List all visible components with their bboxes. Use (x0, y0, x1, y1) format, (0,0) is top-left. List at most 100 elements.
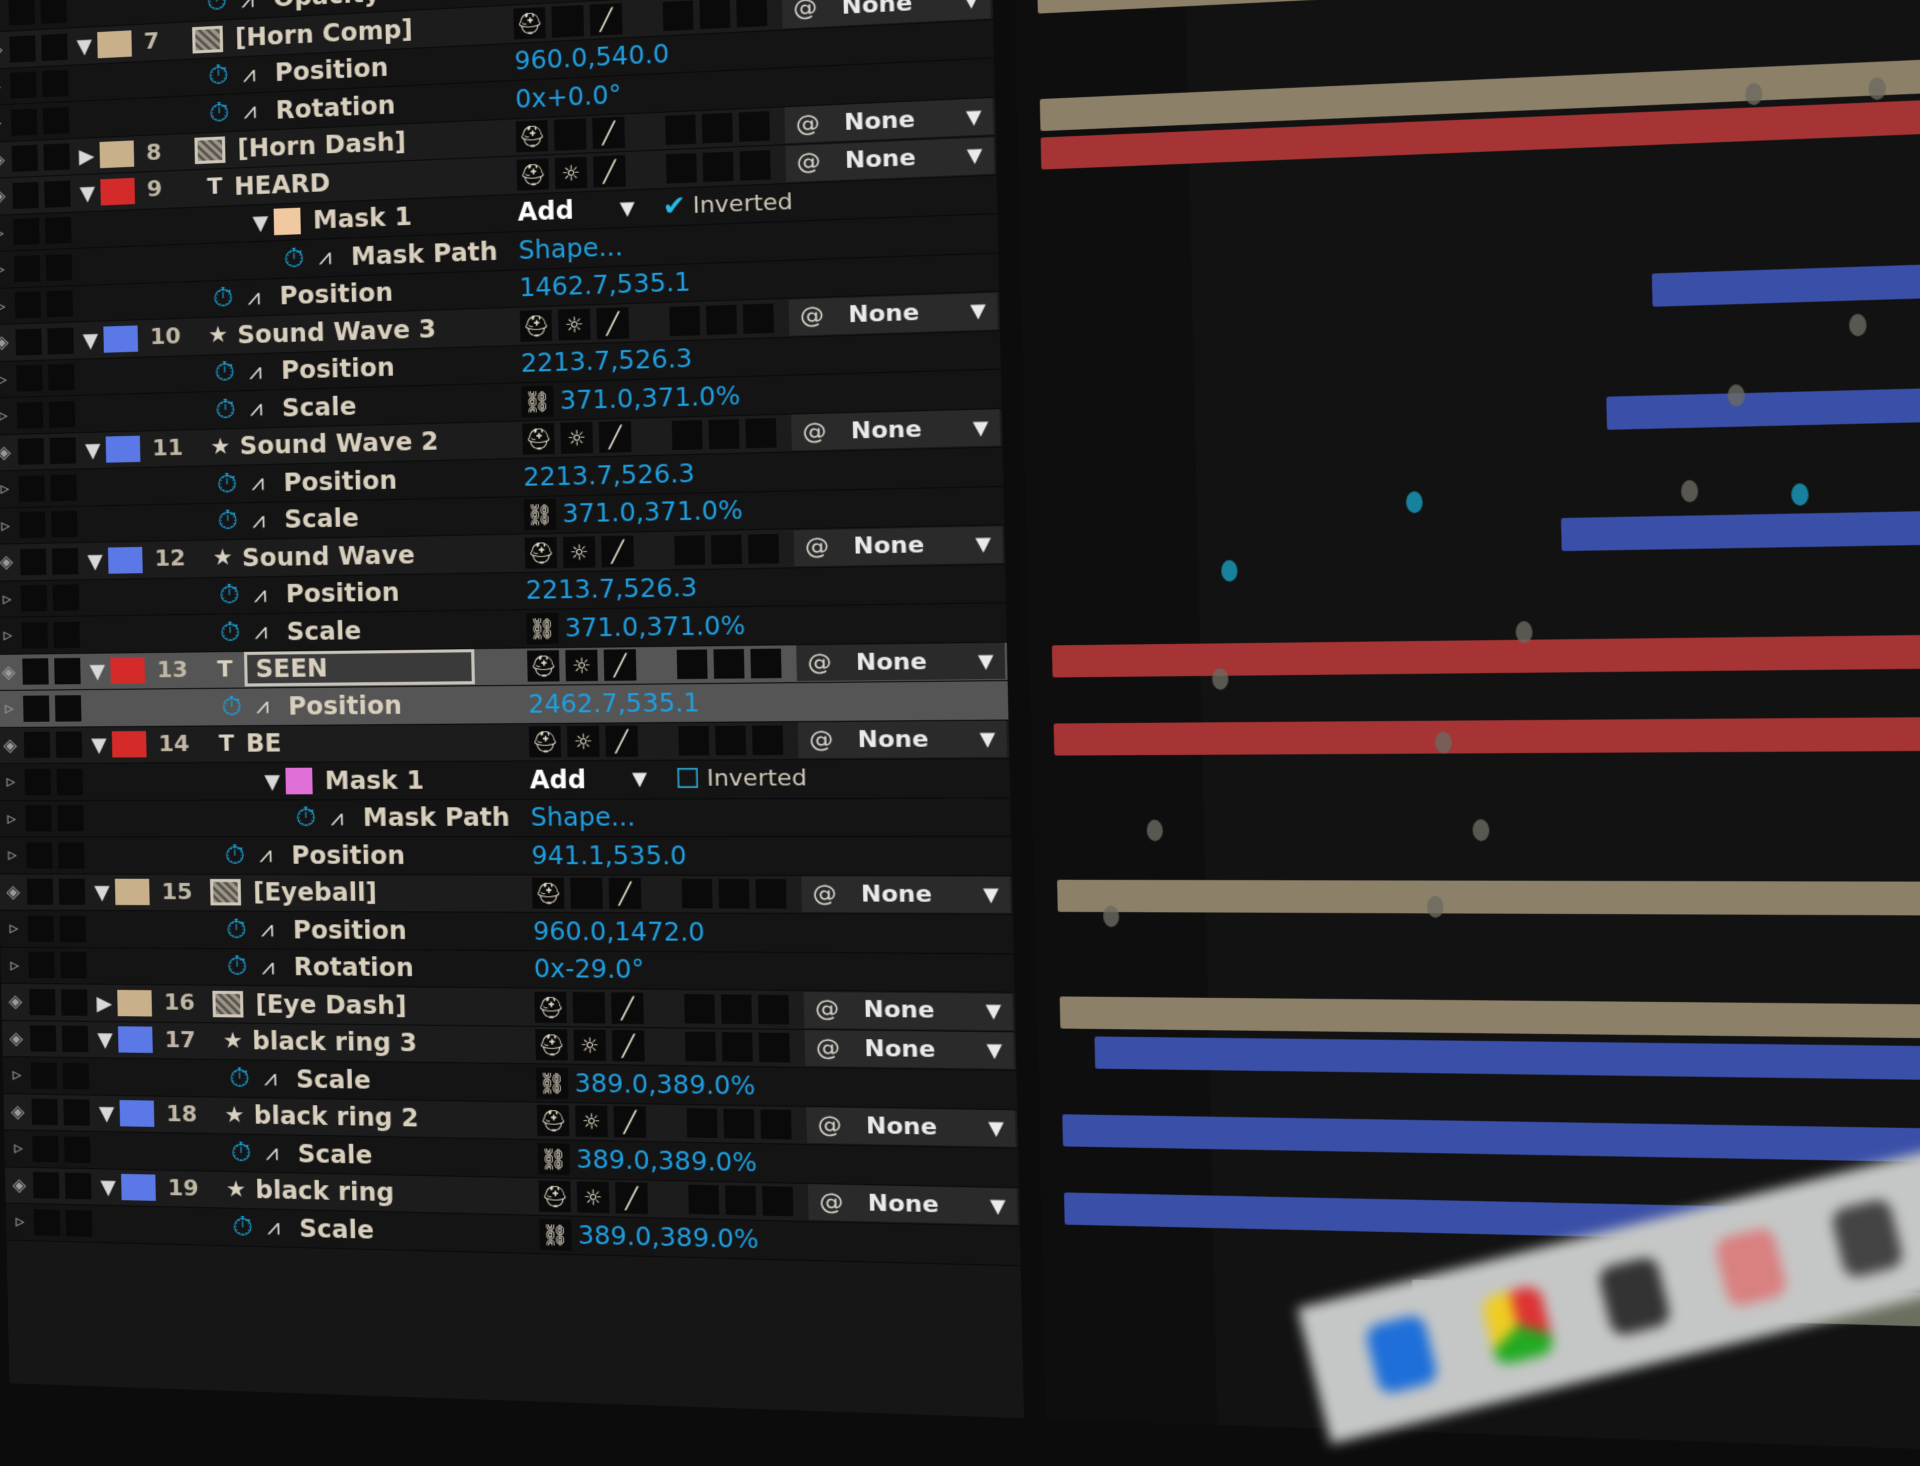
collapse-switch-icon[interactable]: ☼ (575, 1106, 608, 1138)
collapse-switch-icon[interactable]: ☼ (558, 308, 591, 340)
layer-name[interactable]: [Horn Dash] (237, 128, 406, 164)
layer-flag-toggle[interactable] (740, 150, 771, 181)
property-value[interactable]: 941.1,535.0 (531, 841, 687, 870)
lock-toggle[interactable] (65, 1173, 92, 1200)
keyframe-marker[interactable] (1868, 77, 1886, 100)
lock-toggle[interactable] (59, 879, 86, 905)
layer-flag-toggle[interactable] (678, 726, 709, 756)
property-row[interactable]: ▹⏱⩘Position941.1,535.0 (0, 837, 1012, 876)
layer-flag-toggle[interactable] (748, 534, 779, 564)
av-switch[interactable]: ▹ (0, 515, 20, 537)
lock-toggle[interactable] (42, 70, 68, 97)
keyframe-marker[interactable] (1791, 483, 1809, 506)
solo-toggle[interactable] (19, 512, 45, 539)
keyframe-marker[interactable] (1681, 480, 1699, 503)
layer-name[interactable]: [Eyeball] (253, 878, 377, 907)
av-switch[interactable]: ◈ (0, 551, 20, 573)
twirl-open-icon[interactable]: ▼ (74, 180, 101, 205)
chevron-down-icon[interactable]: ▼ (988, 1117, 1004, 1140)
lock-toggle[interactable] (61, 989, 88, 1015)
layer-flag-toggle[interactable] (665, 115, 696, 146)
av-switch[interactable]: ▹ (0, 698, 24, 719)
graph-editor-icon[interactable]: ⩘ (243, 507, 274, 533)
collapse-switch-icon[interactable]: ☼ (565, 650, 598, 682)
layer-flag-toggle[interactable] (743, 303, 774, 333)
av-switch[interactable]: ▹ (0, 808, 26, 829)
property-value[interactable]: 0x-29.0° (534, 955, 645, 985)
parent-pickwhip[interactable]: @None▼ (785, 137, 994, 182)
layer-name[interactable]: BE (246, 729, 282, 758)
chevron-down-icon[interactable]: ▼ (983, 884, 999, 906)
twirl-closed-icon[interactable]: ▶ (73, 143, 100, 168)
layer-flag-toggle[interactable] (745, 418, 776, 448)
property-value[interactable]: 2213.7,526.3 (525, 573, 697, 605)
parent-select[interactable]: None (844, 104, 967, 136)
layer-flag-toggle[interactable] (708, 419, 739, 449)
quality-switch-icon[interactable]: ╱ (592, 117, 625, 150)
pickwhip-icon[interactable]: @ (796, 149, 821, 176)
layer-duration-bar[interactable] (1652, 254, 1920, 307)
parent-select[interactable]: None (856, 648, 979, 676)
keyframe-marker[interactable] (1212, 668, 1229, 690)
quality-switch-icon[interactable]: ╱ (605, 726, 638, 757)
app-icon[interactable] (1830, 1197, 1905, 1279)
keyframe-marker[interactable] (1515, 621, 1532, 643)
mask-name[interactable]: Mask 1 (325, 766, 425, 795)
property-value[interactable]: 960.0,540.0 (514, 40, 669, 77)
av-switch[interactable]: ▹ (0, 845, 27, 866)
lock-toggle[interactable] (43, 144, 70, 171)
property-value[interactable]: 371.0,371.0% (564, 611, 745, 643)
chrome-icon[interactable] (1480, 1284, 1555, 1366)
stopwatch-icon[interactable]: ⏱ (278, 243, 310, 275)
twirl-open-icon[interactable]: ▼ (89, 880, 116, 904)
graph-editor-icon[interactable]: ⩘ (247, 694, 278, 720)
pickwhip-icon[interactable]: @ (817, 1112, 842, 1139)
collapse-switch-icon[interactable]: ☼ (577, 1182, 610, 1214)
solo-toggle[interactable] (12, 145, 38, 172)
layer-flag-toggle[interactable] (706, 304, 737, 334)
stopwatch-icon[interactable]: ⏱ (221, 914, 252, 945)
chevron-down-icon[interactable]: ▼ (963, 0, 979, 12)
property-value[interactable]: 960.0,1472.0 (533, 917, 705, 947)
chevron-down-icon[interactable]: ▼ (986, 1039, 1002, 1062)
parent-pickwhip[interactable]: @None▼ (808, 1184, 1017, 1225)
keyframe-marker[interactable] (1103, 906, 1119, 928)
twirl-open-icon[interactable]: ▼ (93, 1101, 120, 1126)
property-value[interactable]: 389.0,389.0% (576, 1145, 757, 1178)
label-color-swatch[interactable] (117, 990, 152, 1017)
collapse-switch-icon[interactable]: ☼ (573, 1030, 606, 1062)
chevron-down-icon[interactable]: ▼ (970, 300, 986, 323)
none-switch-icon[interactable] (573, 992, 606, 1024)
parent-pickwhip[interactable]: @None▼ (805, 1030, 1014, 1069)
constrain-proportions-link-icon[interactable]: ⛓ (521, 385, 553, 417)
av-switch[interactable]: ▹ (1, 954, 29, 975)
label-color-swatch[interactable] (100, 178, 135, 206)
quality-switch-icon[interactable]: ╱ (601, 535, 634, 567)
label-color-swatch[interactable] (110, 657, 145, 684)
quality-switch-icon[interactable]: ╱ (609, 878, 642, 909)
solo-toggle[interactable] (28, 952, 54, 978)
mask-row[interactable]: ▹▼Mask 1Add▼☐Inverted (0, 759, 1010, 801)
solo-toggle[interactable] (18, 438, 44, 465)
lock-toggle[interactable] (60, 916, 87, 942)
layer-flag-toggle[interactable] (723, 1109, 754, 1139)
av-switch[interactable]: ▹ (6, 1211, 34, 1233)
shy-switch-icon[interactable]: ⛑ (537, 1105, 570, 1137)
lock-toggle[interactable] (44, 180, 71, 207)
layer-name[interactable]: [Horn Comp] (235, 15, 413, 53)
chevron-down-icon[interactable]: ▼ (620, 197, 635, 219)
solo-toggle[interactable] (11, 108, 37, 135)
lock-toggle[interactable] (41, 33, 67, 60)
solo-toggle[interactable] (9, 0, 35, 26)
solo-toggle[interactable] (29, 989, 55, 1015)
layer-flag-toggle[interactable] (715, 726, 746, 756)
app-icon[interactable] (1713, 1226, 1788, 1308)
parent-select[interactable]: None (848, 298, 971, 328)
av-switch[interactable]: ▹ (0, 295, 15, 317)
solo-toggle[interactable] (15, 292, 41, 319)
av-switch[interactable]: ◈ (0, 442, 18, 464)
av-switch[interactable]: ▹ (3, 1064, 31, 1085)
parent-pickwhip[interactable]: @None▼ (796, 643, 1005, 681)
stopwatch-icon[interactable]: ⏱ (208, 283, 239, 315)
layer-name[interactable]: Sound Wave 3 (237, 314, 436, 349)
